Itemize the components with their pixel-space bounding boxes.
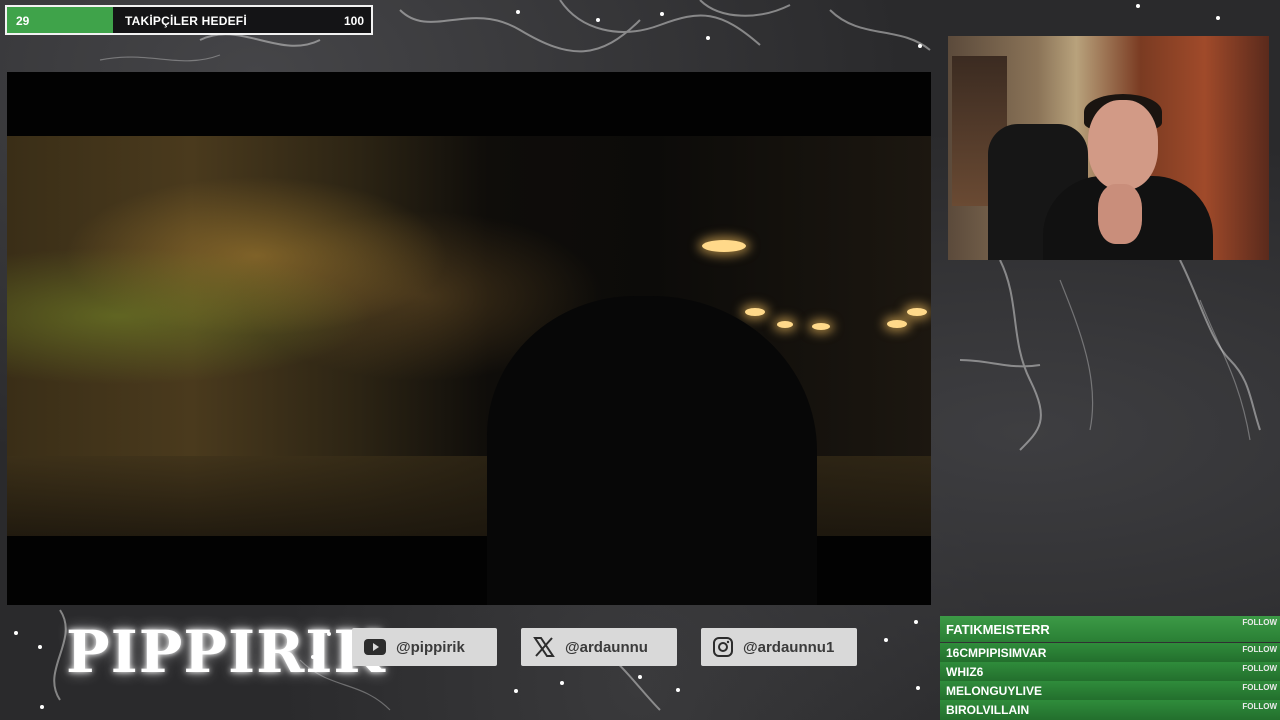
x-icon xyxy=(533,637,555,657)
follow-tag: FOLLOW xyxy=(1242,683,1277,692)
street-lamp xyxy=(812,323,830,330)
social-youtube[interactable]: @pippirik xyxy=(352,628,497,666)
silhouette-figure xyxy=(487,296,817,605)
list-item: WHIZ6 FOLLOW xyxy=(940,662,1280,681)
follower-name: BIROLVILLAIN xyxy=(946,703,1030,717)
street-lamp xyxy=(907,308,927,316)
street-lamp xyxy=(887,320,907,328)
street-lamp xyxy=(777,321,793,328)
follower-name: WHIZ6 xyxy=(946,665,984,679)
follower-name: MELONGUYLIVE xyxy=(946,684,1043,698)
street-lamp xyxy=(702,240,746,252)
list-item: 16CMPIPISIMVAR FOLLOW xyxy=(940,643,1280,662)
follow-tag: FOLLOW xyxy=(1242,618,1277,627)
youtube-handle: @pippirik xyxy=(396,638,465,656)
follow-tag: FOLLOW xyxy=(1242,645,1277,654)
social-x[interactable]: @ardaunnu xyxy=(521,628,677,666)
social-instagram[interactable]: @ardaunnu1 xyxy=(701,628,857,666)
list-item: FATIKMEISTERR FOLLOW xyxy=(940,616,1280,642)
follower-name: 16CMPIPISIMVAR xyxy=(946,646,1047,660)
video-player[interactable] xyxy=(7,72,931,605)
street-lamp xyxy=(745,308,765,316)
youtube-icon xyxy=(364,639,386,655)
streamer-head xyxy=(1088,100,1158,190)
goal-current-count: 29 xyxy=(16,14,30,28)
recent-followers-list: FATIKMEISTERR FOLLOW 16CMPIPISIMVAR FOLL… xyxy=(940,616,1280,720)
instagram-handle: @ardaunnu1 xyxy=(743,638,835,656)
follow-tag: FOLLOW xyxy=(1242,664,1277,673)
list-item: MELONGUYLIVE FOLLOW xyxy=(940,681,1280,700)
goal-target-count: 100 xyxy=(343,14,364,28)
video-frame xyxy=(7,136,931,605)
follower-goal-bar: 29 TAKİPÇİLER HEDEFİ 100 xyxy=(5,5,373,35)
list-item: BIROLVILLAIN FOLLOW xyxy=(940,700,1280,720)
channel-logo: PIPPIRIK xyxy=(66,618,385,686)
instagram-icon xyxy=(713,637,733,657)
follower-name: FATIKMEISTERR xyxy=(946,622,1050,637)
streamer-hand xyxy=(1098,184,1142,244)
goal-title: TAKİPÇİLER HEDEFİ xyxy=(125,14,247,28)
webcam-feed xyxy=(948,36,1269,260)
follow-tag: FOLLOW xyxy=(1242,702,1277,711)
x-handle: @ardaunnu xyxy=(565,638,648,656)
